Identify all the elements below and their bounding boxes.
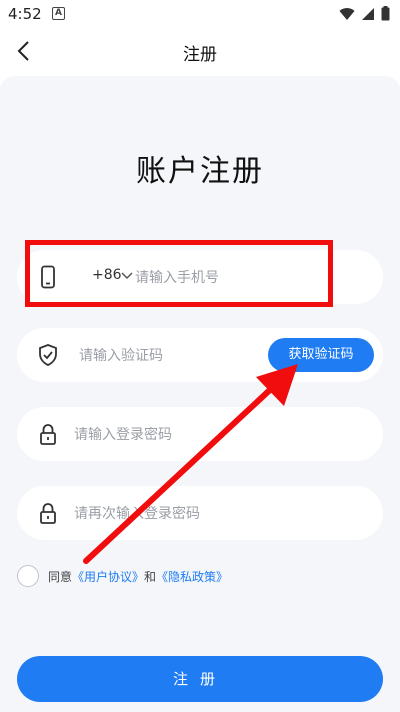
lock-icon	[40, 503, 56, 524]
lock-icon	[40, 424, 56, 445]
status-time: 4:52	[8, 5, 42, 23]
battery-icon	[381, 6, 390, 21]
status-bar: 4:52 A	[0, 0, 400, 28]
shield-check-icon	[39, 344, 57, 366]
agreement-checkbox[interactable]	[17, 565, 39, 587]
nav-title: 注册	[183, 45, 217, 65]
user-agreement-link[interactable]: 《用户协议》	[72, 570, 144, 584]
signal-icon	[362, 7, 374, 20]
password-field[interactable]: 请输入登录密码	[17, 407, 383, 461]
page-title: 账户注册	[136, 154, 264, 189]
confirm-password-field[interactable]: 请再次输入登录密码	[17, 486, 383, 540]
agreement-prefix: 同意	[48, 570, 73, 584]
agreement-conjunction: 和	[144, 570, 157, 584]
status-icons	[339, 6, 390, 21]
top-nav: 注册	[0, 28, 400, 74]
password-input[interactable]: 请输入登录密码	[74, 424, 172, 444]
register-button[interactable]: 注册	[17, 656, 383, 702]
privacy-policy-link[interactable]: 《隐私政策》	[156, 570, 228, 584]
agreement-text: 同意《用户协议》和《隐私政策》	[48, 568, 228, 585]
confirm-password-input[interactable]: 请再次输入登录密码	[74, 503, 200, 523]
get-code-button[interactable]: 获取验证码	[268, 338, 374, 372]
notification-icon: A	[52, 7, 65, 20]
wifi-icon	[339, 7, 355, 20]
verification-code-input[interactable]: 请输入验证码	[79, 345, 163, 365]
annotation-highlight-box	[25, 240, 333, 307]
